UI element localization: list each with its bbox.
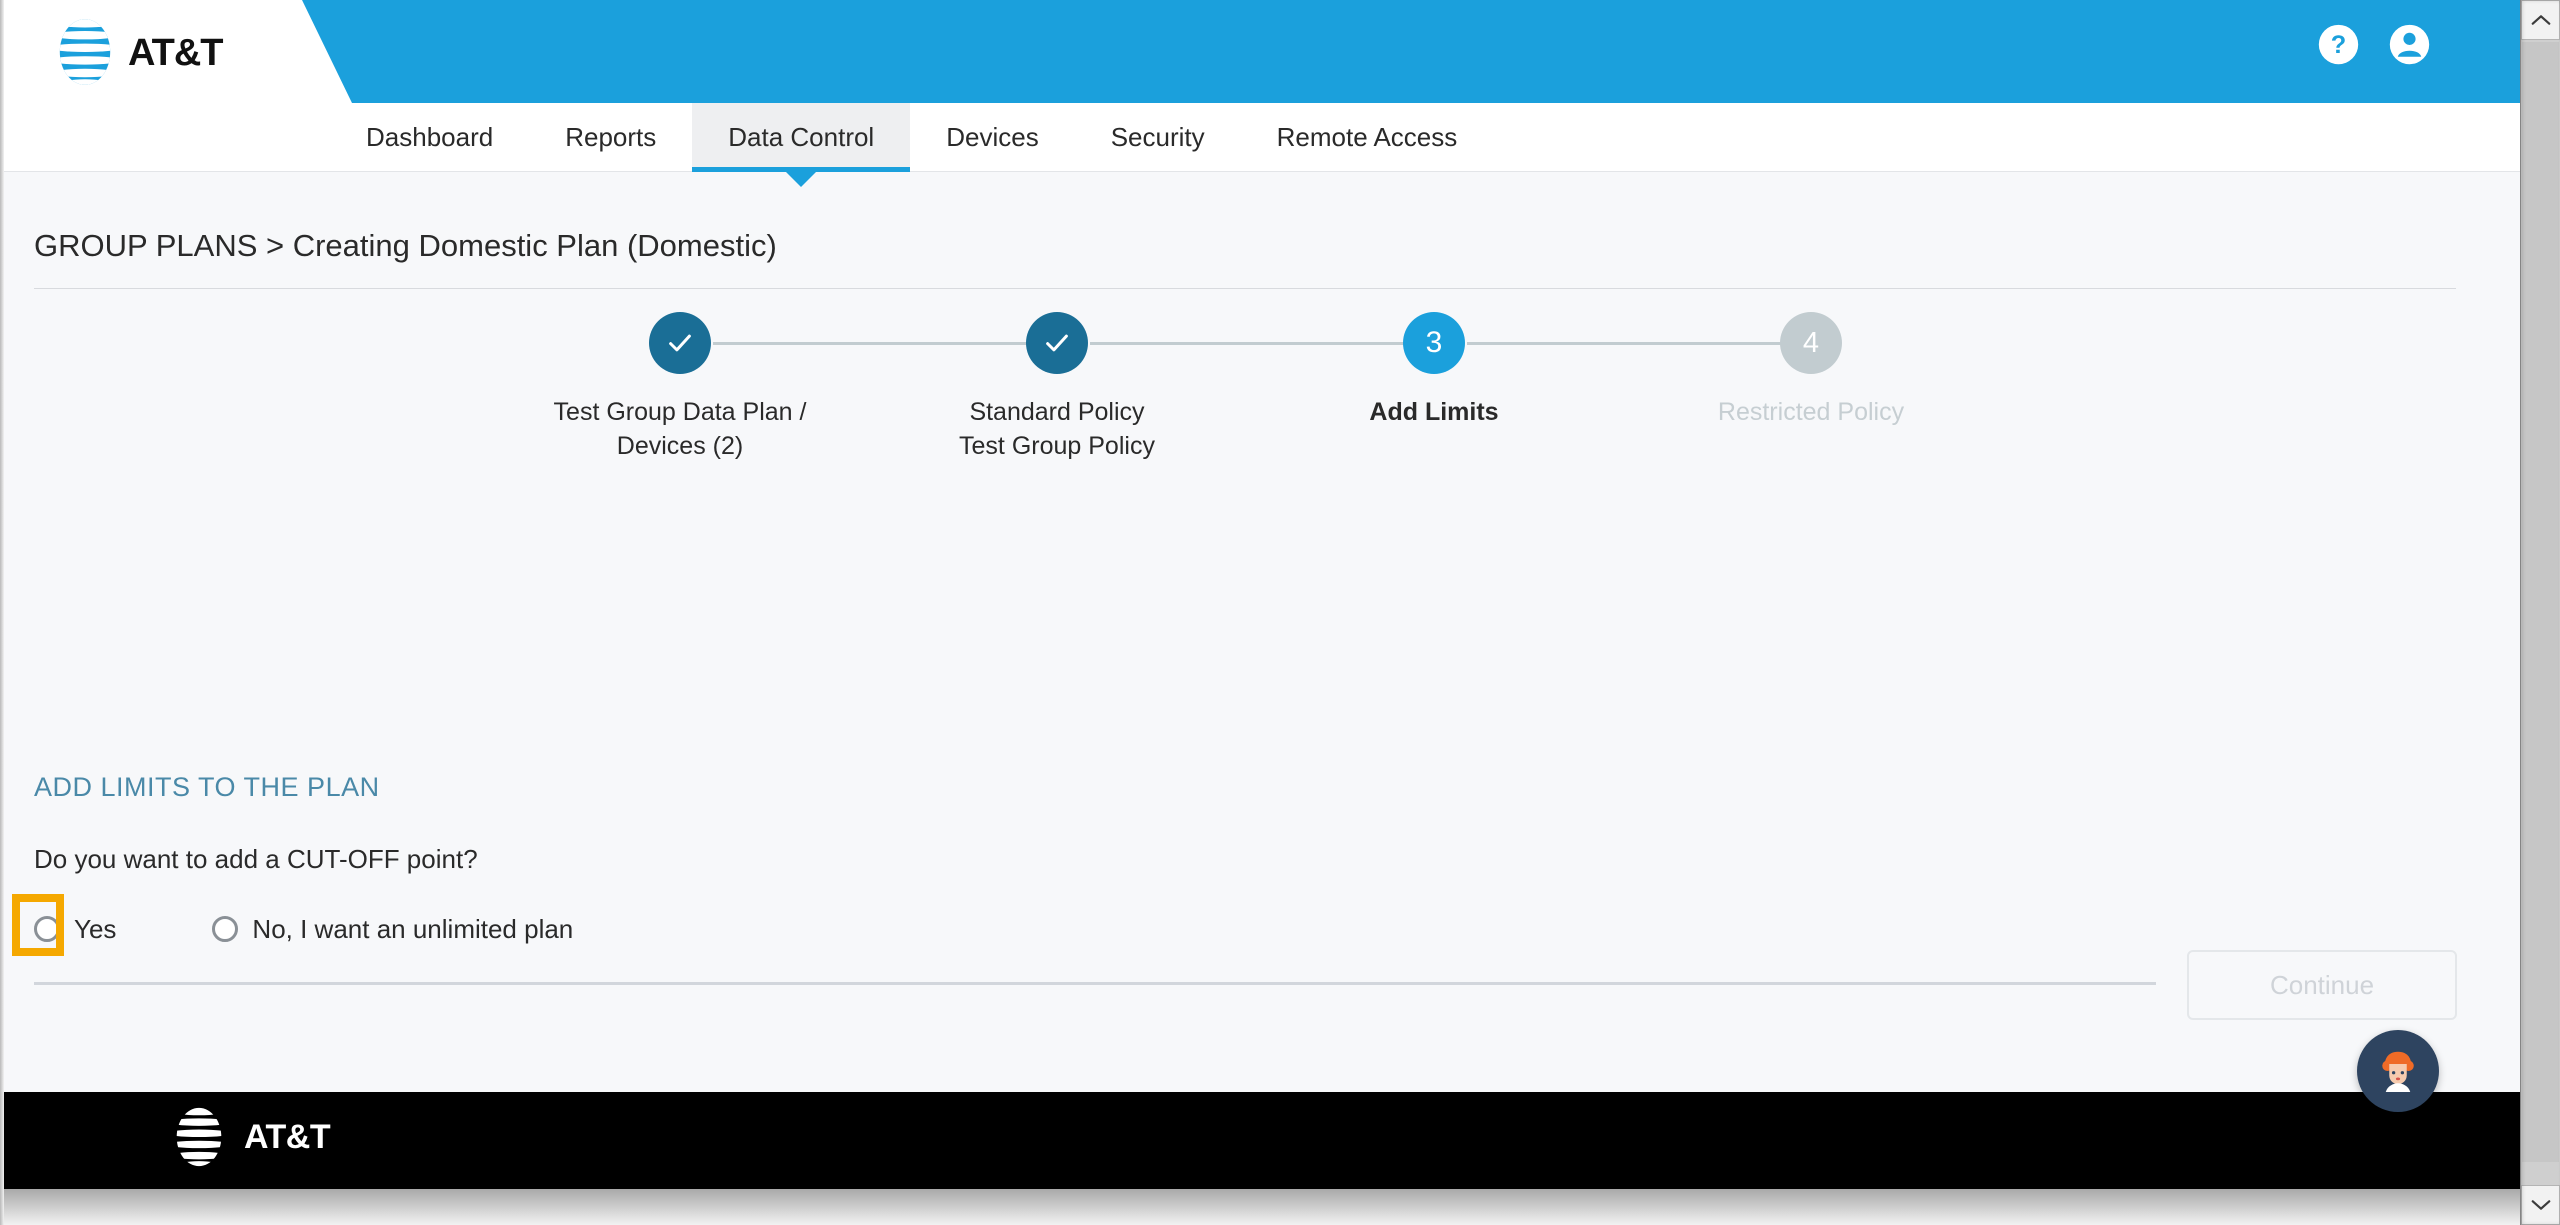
step-connector-1-2 <box>713 342 1058 345</box>
radio-label-no: No, I want an unlimited plan <box>252 913 574 944</box>
active-tab-caret-icon <box>786 172 817 187</box>
step-2-marker <box>1026 312 1088 374</box>
nav-label: Data Control <box>728 122 875 152</box>
footer-brand: AT&T <box>168 1106 331 1168</box>
nav-label: Security <box>1110 122 1205 152</box>
svg-text:?: ? <box>2331 31 2346 59</box>
step-3-number: 3 <box>1425 326 1443 359</box>
brand-name: AT&T <box>128 32 223 74</box>
nav-label: Reports <box>565 122 657 152</box>
nav-item-dashboard[interactable]: Dashboard <box>330 103 529 172</box>
step-3-marker: 3 <box>1403 312 1465 374</box>
step-connector-2-3 <box>1090 342 1435 345</box>
radio-label-yes: Yes <box>74 913 117 944</box>
att-globe-icon <box>176 1107 222 1167</box>
nav-item-remote-access[interactable]: Remote Access <box>1241 103 1494 172</box>
scroll-down-button[interactable] <box>2521 1185 2560 1225</box>
section-title: ADD LIMITS TO THE PLAN <box>34 772 380 802</box>
account-circle-icon[interactable] <box>2387 22 2432 67</box>
chevron-up-icon <box>2531 15 2550 25</box>
continue-button[interactable]: Continue <box>2187 950 2457 1020</box>
step-1-marker <box>649 312 711 374</box>
application-window: AT&T ? Dashboard Reports Data Control De… <box>0 0 2560 1225</box>
check-icon <box>1046 334 1068 352</box>
step-3-label: Add Limits <box>1284 395 1584 429</box>
radio-indicator-yes[interactable] <box>34 916 60 942</box>
chevron-down-icon <box>2531 1200 2550 1210</box>
nav-label: Dashboard <box>366 122 494 152</box>
cutoff-question-label: Do you want to add a CUT-OFF point? <box>34 844 478 874</box>
wizard-step-4[interactable]: 4 Restricted Policy <box>1661 312 1961 429</box>
step-2-label-line2: Test Group Policy <box>959 432 1155 460</box>
nav-item-devices[interactable]: Devices <box>910 103 1074 172</box>
scroll-thumb[interactable] <box>2522 42 2559 1162</box>
header-icon-group: ? <box>2316 22 2432 67</box>
support-chat-button[interactable] <box>2357 1030 2439 1112</box>
step-4-label: Restricted Policy <box>1661 395 1961 429</box>
cutoff-radio-group: Yes No, I want an unlimited plan <box>34 907 669 951</box>
window-left-edge <box>0 0 4 1225</box>
breadcrumb-divider <box>34 288 2456 289</box>
step-4-number: 4 <box>1802 326 1820 359</box>
radio-option-yes[interactable]: Yes <box>34 914 116 945</box>
check-icon <box>669 334 691 352</box>
vertical-scrollbar[interactable] <box>2520 0 2560 1225</box>
brand-logo-wedge: AT&T <box>0 0 352 103</box>
nav-label: Devices <box>946 122 1039 152</box>
step-1-label-line1: Test Group Data Plan / <box>553 398 807 426</box>
main-navigation: Dashboard Reports Data Control Devices S… <box>0 103 2520 187</box>
nav-item-list: Dashboard Reports Data Control Devices S… <box>330 103 1494 187</box>
nav-item-data-control[interactable]: Data Control <box>692 103 911 187</box>
page-content: GROUP PLANS > Creating Domestic Plan (Do… <box>0 172 2520 1194</box>
step-connector-3-4 <box>1467 342 1812 345</box>
step-4-marker: 4 <box>1780 312 1842 374</box>
att-globe-icon <box>59 19 111 85</box>
app-header: AT&T ? <box>0 0 2520 103</box>
help-circle-icon[interactable]: ? <box>2316 22 2361 67</box>
step-1-label: Test Group Data Plan / Devices (2) <box>530 395 830 463</box>
nav-item-reports[interactable]: Reports <box>529 103 692 172</box>
step-2-label: Standard Policy Test Group Policy <box>907 395 1207 463</box>
support-agent-avatar-icon <box>2382 1051 2414 1092</box>
radio-option-no-unlimited[interactable]: No, I want an unlimited plan <box>212 914 573 945</box>
window-bottom-strip <box>0 1189 2520 1225</box>
page-footer: AT&T <box>0 1092 2520 1189</box>
step-1-label-line2: Devices (2) <box>616 432 744 460</box>
wizard-step-3[interactable]: 3 Add Limits <box>1284 312 1584 429</box>
wizard-step-1[interactable]: Test Group Data Plan / Devices (2) <box>530 312 830 463</box>
step-4-label-line1: Restricted Policy <box>1717 398 1905 426</box>
radio-indicator-no[interactable] <box>212 916 239 942</box>
wizard-step-2[interactable]: Standard Policy Test Group Policy <box>907 312 1207 463</box>
breadcrumb: GROUP PLANS > Creating Domestic Plan (Do… <box>34 228 777 263</box>
wizard-stepper: Test Group Data Plan / Devices (2) Stand… <box>0 312 2520 542</box>
step-3-label-line1: Add Limits <box>1369 398 1499 426</box>
scroll-up-button[interactable] <box>2521 0 2560 40</box>
footer-brand-name: AT&T <box>244 1117 331 1156</box>
nav-item-security[interactable]: Security <box>1075 103 1241 172</box>
nav-label: Remote Access <box>1276 122 1458 152</box>
form-section-divider <box>34 982 2156 985</box>
step-2-label-line1: Standard Policy <box>969 398 1145 426</box>
